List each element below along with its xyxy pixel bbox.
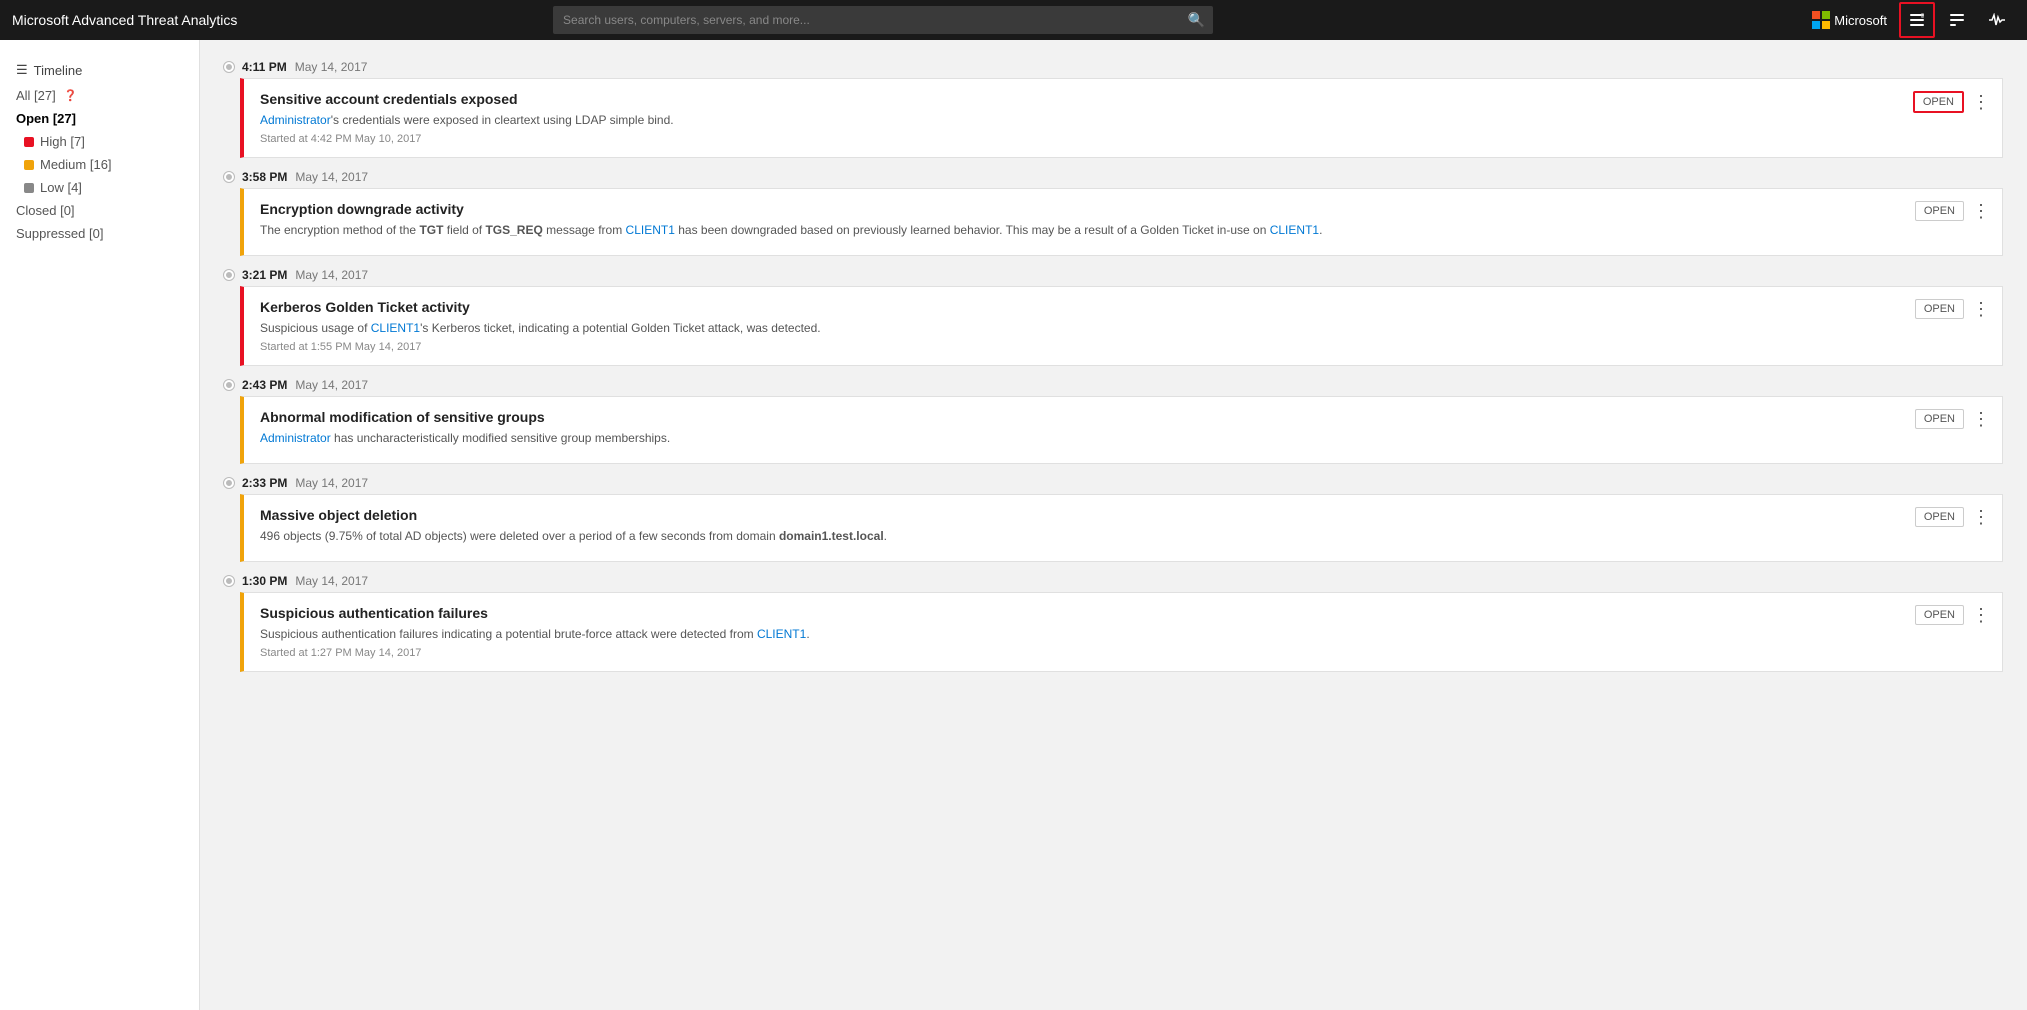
card-actions-3: OPEN ⋮ <box>1915 299 1994 319</box>
layout: ☰ Timeline All [27] ❓ Open [27] High [7]… <box>0 40 2027 1010</box>
timeline-dot-5 <box>224 478 234 488</box>
timeline-dot-1 <box>224 62 234 72</box>
link-administrator-1[interactable]: Administrator <box>260 113 331 127</box>
card-started-6: Started at 1:27 PM May 14, 2017 <box>260 647 1942 659</box>
link-administrator-4[interactable]: Administrator <box>260 431 331 445</box>
card-title-5: Massive object deletion <box>260 507 1942 523</box>
high-severity-dot <box>24 137 34 147</box>
list-icon-btn[interactable] <box>1899 2 1935 38</box>
card-desc-3: Suspicious usage of CLIENT1's Kerberos t… <box>260 319 1942 337</box>
open-button-2[interactable]: OPEN <box>1915 201 1964 221</box>
card-desc-1: Administrator's credentials were exposed… <box>260 111 1942 129</box>
open-button-6[interactable]: OPEN <box>1915 605 1964 625</box>
timestamp-5: 2:33 PM May 14, 2017 <box>224 464 2003 494</box>
timestamp-6: 1:30 PM May 14, 2017 <box>224 562 2003 592</box>
timestamp-4: 2:43 PM May 14, 2017 <box>224 366 2003 396</box>
open-button-5[interactable]: OPEN <box>1915 507 1964 527</box>
timestamp-2: 3:58 PM May 14, 2017 <box>224 158 2003 188</box>
sidebar-item-open[interactable]: Open [27] <box>0 107 199 130</box>
timeline-group-3: 3:21 PM May 14, 2017 Kerberos Golden Tic… <box>224 256 2003 366</box>
main-content: 4:11 PM May 14, 2017 Sensitive account c… <box>200 40 2027 1010</box>
card-title-6: Suspicious authentication failures <box>260 605 1942 621</box>
search-input[interactable] <box>553 6 1213 34</box>
more-button-2[interactable]: ⋮ <box>1968 202 1994 220</box>
timeline-card-6: Suspicious authentication failures Suspi… <box>240 592 2003 672</box>
sidebar-item-closed[interactable]: Closed [0] <box>0 199 199 222</box>
timeline-group-2: 3:58 PM May 14, 2017 Encryption downgrad… <box>224 158 2003 256</box>
timeline-dot-4 <box>224 380 234 390</box>
link-client1-2b[interactable]: CLIENT1 <box>1270 223 1319 237</box>
link-client1-6[interactable]: CLIENT1 <box>757 627 806 641</box>
header-right: Microsoft <box>1812 2 2015 38</box>
timeline-card-4: Abnormal modification of sensitive group… <box>240 396 2003 464</box>
help-icon: ❓ <box>64 89 78 102</box>
card-desc-4: Administrator has uncharacteristically m… <box>260 429 1942 447</box>
card-desc-5: 496 objects (9.75% of total AD objects) … <box>260 527 1942 545</box>
sidebar-item-low[interactable]: Low [4] <box>0 176 199 199</box>
timeline-card-1: Sensitive account credentials exposed Ad… <box>240 78 2003 158</box>
header: Microsoft Advanced Threat Analytics 🔍 Mi… <box>0 0 2027 40</box>
microsoft-logo: Microsoft <box>1812 11 1887 29</box>
card-actions-5: OPEN ⋮ <box>1915 507 1994 527</box>
card-actions-2: OPEN ⋮ <box>1915 201 1994 221</box>
card-actions-6: OPEN ⋮ <box>1915 605 1994 625</box>
medium-severity-dot <box>24 160 34 170</box>
more-button-1[interactable]: ⋮ <box>1968 93 1994 111</box>
card-title-4: Abnormal modification of sensitive group… <box>260 409 1942 425</box>
card-actions-4: OPEN ⋮ <box>1915 409 1994 429</box>
card-desc-6: Suspicious authentication failures indic… <box>260 625 1942 643</box>
list-icon <box>1908 11 1926 29</box>
link-client1-2a[interactable]: CLIENT1 <box>626 223 675 237</box>
sidebar-item-all[interactable]: All [27] ❓ <box>0 84 199 107</box>
card-desc-2: The encryption method of the TGT field o… <box>260 221 1942 239</box>
ms-grid-icon <box>1812 11 1830 29</box>
search-bar[interactable]: 🔍 <box>553 6 1213 34</box>
card-title-1: Sensitive account credentials exposed <box>260 91 1942 107</box>
timeline-card-2: Encryption downgrade activity The encryp… <box>240 188 2003 256</box>
app-title: Microsoft Advanced Threat Analytics <box>12 12 237 28</box>
timestamp-3: 3:21 PM May 14, 2017 <box>224 256 2003 286</box>
low-severity-dot <box>24 183 34 193</box>
card-started-1: Started at 4:42 PM May 10, 2017 <box>260 133 1942 145</box>
open-button-1[interactable]: OPEN <box>1913 91 1964 113</box>
timeline-dot-2 <box>224 172 234 182</box>
more-button-4[interactable]: ⋮ <box>1968 410 1994 428</box>
timeline-group-1: 4:11 PM May 14, 2017 Sensitive account c… <box>224 48 2003 158</box>
open-button-4[interactable]: OPEN <box>1915 409 1964 429</box>
more-button-3[interactable]: ⋮ <box>1968 300 1994 318</box>
timeline-card-3: Kerberos Golden Ticket activity Suspicio… <box>240 286 2003 366</box>
open-button-3[interactable]: OPEN <box>1915 299 1964 319</box>
notification-icon <box>1948 11 1966 29</box>
health-icon-btn[interactable] <box>1979 2 2015 38</box>
sidebar: ☰ Timeline All [27] ❓ Open [27] High [7]… <box>0 40 200 1010</box>
sidebar-item-high[interactable]: High [7] <box>0 130 199 153</box>
health-icon <box>1988 13 2006 27</box>
timeline-group-5: 2:33 PM May 14, 2017 Massive object dele… <box>224 464 2003 562</box>
timeline-card-5: Massive object deletion 496 objects (9.7… <box>240 494 2003 562</box>
card-title-2: Encryption downgrade activity <box>260 201 1942 217</box>
notification-icon-btn[interactable] <box>1939 2 1975 38</box>
timestamp-1: 4:11 PM May 14, 2017 <box>224 48 2003 78</box>
card-title-3: Kerberos Golden Ticket activity <box>260 299 1942 315</box>
more-button-6[interactable]: ⋮ <box>1968 606 1994 624</box>
timeline-dot-3 <box>224 270 234 280</box>
search-icon: 🔍 <box>1188 12 1205 29</box>
sidebar-section-title: ☰ Timeline <box>0 56 199 84</box>
more-button-5[interactable]: ⋮ <box>1968 508 1994 526</box>
sidebar-item-suppressed[interactable]: Suppressed [0] <box>0 222 199 245</box>
timeline-group-4: 2:43 PM May 14, 2017 Abnormal modificati… <box>224 366 2003 464</box>
timeline-icon: ☰ <box>16 62 28 78</box>
microsoft-label: Microsoft <box>1834 13 1887 28</box>
card-actions-1: OPEN ⋮ <box>1913 91 1994 113</box>
timeline-group-6: 1:30 PM May 14, 2017 Suspicious authenti… <box>224 562 2003 672</box>
timeline-dot-6 <box>224 576 234 586</box>
card-started-3: Started at 1:55 PM May 14, 2017 <box>260 341 1942 353</box>
sidebar-item-medium[interactable]: Medium [16] <box>0 153 199 176</box>
link-client1-3[interactable]: CLIENT1 <box>371 321 420 335</box>
